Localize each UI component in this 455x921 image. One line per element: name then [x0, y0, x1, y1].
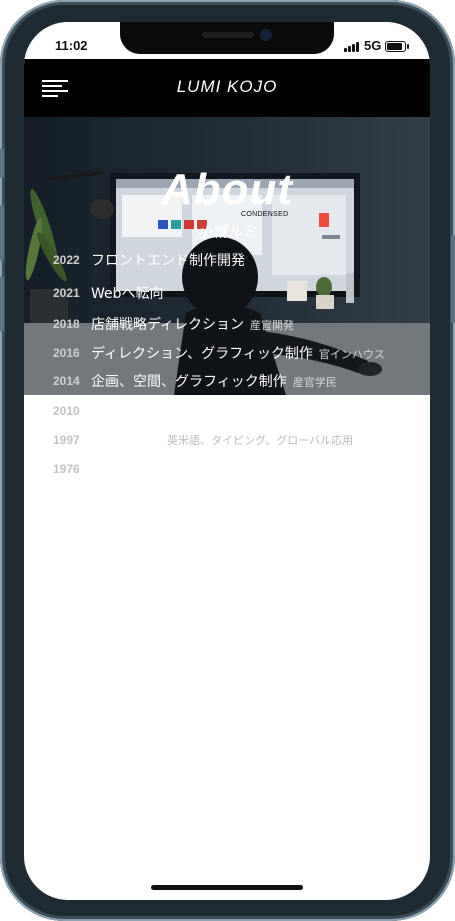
timeline-year: 2016 — [53, 346, 80, 360]
timeline-text: Webへ転向 — [91, 286, 164, 302]
timeline-text: 企画、空間、グラフィック制作 産官学民 — [91, 374, 337, 390]
timeline-row: 2016 ディレクション、グラフィック制作 官インハウス — [24, 343, 430, 363]
timeline-row: 2021 Webへ転向 — [24, 283, 430, 303]
timeline-text: フロントエンド制作開発 — [91, 253, 245, 269]
career-timeline: 2022 フロントエンド制作開発 2021 Webへ転向 2018 店舗戦略ディ… — [24, 22, 430, 900]
timeline-year: 2021 — [53, 286, 80, 300]
timeline-row: 2022 フロントエンド制作開発 — [24, 250, 430, 270]
timeline-text: 店舗戦略ディレクション 産官開発 — [91, 317, 295, 333]
screen: 11:02 5G LUMI KOJO About CONDENSED 小城ルミ … — [24, 22, 430, 900]
timeline-year: 2018 — [53, 317, 80, 331]
timeline-row: 2014 企画、空間、グラフィック制作 産官学民 — [24, 371, 430, 391]
timeline-year: 2014 — [53, 374, 80, 388]
timeline-year: 1997 — [53, 433, 80, 447]
volume-up-button — [0, 205, 4, 261]
volume-down-button — [0, 276, 4, 332]
timeline-note: 産官学民 — [292, 376, 337, 389]
timeline-year: 2010 — [53, 404, 80, 418]
timeline-text: ディレクション、グラフィック制作 官インハウス — [91, 346, 385, 362]
power-button — [451, 235, 455, 323]
timeline-year: 2022 — [53, 253, 80, 267]
timeline-row: 1997 英米語、タイピング、グローバル応用 — [24, 430, 430, 450]
timeline-note: 官インハウス — [318, 348, 385, 361]
mute-switch — [0, 148, 4, 178]
timeline-row: 2018 店舗戦略ディレクション 産官開発 — [24, 314, 430, 334]
home-indicator[interactable] — [151, 885, 303, 890]
timeline-note: 産官開発 — [250, 319, 295, 332]
timeline-year: 1976 — [53, 462, 80, 476]
timeline-note: 英米語、タイピング、グローバル応用 — [167, 434, 354, 447]
timeline-row: 2010 — [24, 401, 430, 421]
timeline-row: 1976 — [24, 459, 430, 479]
